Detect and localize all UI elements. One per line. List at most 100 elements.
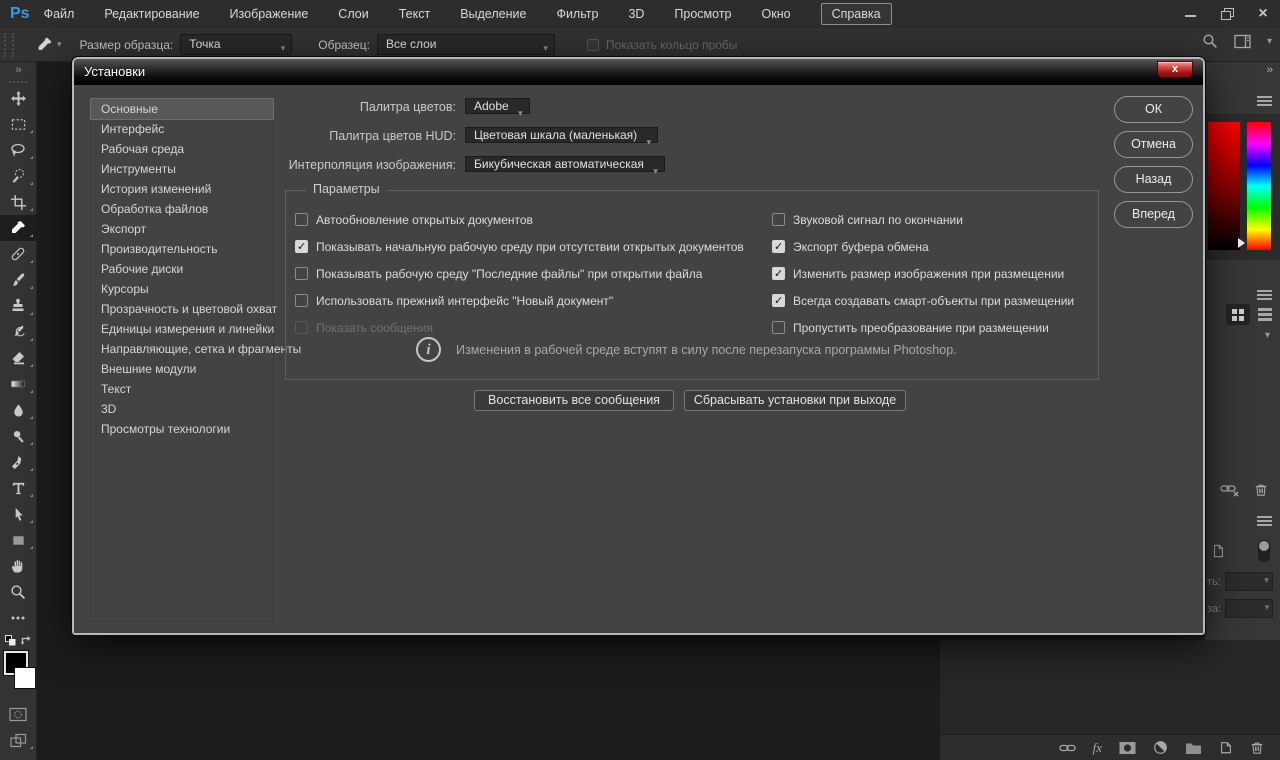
cancel-button[interactable]: Отмена [1114, 131, 1193, 158]
new-layer-icon[interactable] [1219, 740, 1233, 755]
fx-icon[interactable]: fx [1093, 740, 1102, 756]
search-icon[interactable] [1202, 33, 1218, 49]
fill-dropdown[interactable] [1225, 599, 1273, 618]
zoom-tool-button[interactable] [0, 579, 37, 605]
menu-help[interactable]: Справка [821, 3, 892, 25]
swap-colors-icon[interactable] [20, 634, 32, 646]
menu-view[interactable]: Просмотр [674, 7, 731, 21]
minimize-icon[interactable] [1184, 7, 1198, 21]
healing-brush-tool-button[interactable] [0, 241, 37, 267]
path-selection-tool-button[interactable] [0, 501, 37, 527]
layer-mask-icon[interactable] [1119, 741, 1136, 755]
checkbox-export-clipboard[interactable]: Экспорт буфера обмена [772, 233, 1074, 260]
grid-view-button[interactable] [1226, 304, 1250, 325]
checkbox-resize-on-place[interactable]: Изменить размер изображения при размещен… [772, 260, 1074, 287]
hue-slider[interactable] [1247, 122, 1271, 250]
folder-icon[interactable] [1185, 741, 1202, 755]
properties-panel-menu-icon[interactable] [1205, 514, 1280, 533]
list-view-icon[interactable] [1258, 306, 1272, 323]
hand-tool-button[interactable] [0, 553, 37, 579]
menu-type[interactable]: Текст [399, 7, 430, 21]
gradient-tool-button[interactable] [0, 371, 37, 397]
image-interpolation-dropdown[interactable]: Бикубическая автоматическая▾ [465, 156, 665, 172]
quick-mask-button[interactable] [0, 701, 37, 727]
clone-stamp-tool-button[interactable] [0, 293, 37, 319]
prefs-sidebar-item[interactable]: Внешние модули [91, 359, 273, 379]
color-picker-dropdown[interactable]: Adobe▾ [465, 98, 530, 114]
marquee-tool-button[interactable] [0, 111, 37, 137]
trash-icon[interactable] [1250, 740, 1264, 755]
eyedropper-tool-button[interactable] [0, 215, 37, 241]
show-sampling-ring-checkbox[interactable]: Показать кольцо пробы [587, 38, 737, 52]
checkbox-show-recent-files[interactable]: Показывать рабочую среду "Последние файл… [295, 260, 744, 287]
pen-tool-button[interactable] [0, 449, 37, 475]
dialog-titlebar[interactable]: Установки x [74, 59, 1203, 85]
page-icon[interactable] [1211, 543, 1225, 559]
trash-icon[interactable] [1254, 482, 1268, 497]
tools-grip[interactable] [9, 81, 27, 83]
checkbox-smart-objects-on-place[interactable]: Всегда создавать смарт-объекты при разме… [772, 287, 1074, 314]
menu-3d[interactable]: 3D [628, 7, 644, 21]
toggle-icon[interactable] [1258, 540, 1270, 562]
collapse-panels-icon[interactable]: ›› [1205, 64, 1280, 76]
prefs-sidebar-item[interactable]: Просмотры технологии [91, 419, 273, 439]
sample-dropdown[interactable]: Все слои▾ [377, 34, 555, 55]
eraser-tool-button[interactable] [0, 345, 37, 371]
brush-tool-button[interactable] [0, 267, 37, 293]
menu-edit[interactable]: Редактирование [104, 7, 199, 21]
prev-button[interactable]: Назад [1114, 166, 1193, 193]
menu-window[interactable]: Окно [762, 7, 791, 21]
prefs-sidebar-item[interactable]: Курсоры [91, 279, 273, 299]
reset-all-warnings-button[interactable]: Восстановить все сообщения [474, 390, 674, 411]
link-icon[interactable] [1059, 741, 1076, 755]
prefs-sidebar-item[interactable]: Единицы измерения и линейки [91, 319, 273, 339]
sample-size-dropdown[interactable]: Точка▾ [180, 34, 292, 55]
unlink-icon[interactable] [1220, 483, 1240, 497]
checkbox-beep-when-done[interactable]: Звуковой сигнал по окончании [772, 206, 1074, 233]
menu-select[interactable]: Выделение [460, 7, 526, 21]
quick-selection-tool-button[interactable] [0, 163, 37, 189]
screen-mode-button[interactable] [0, 727, 37, 753]
prefs-sidebar-item[interactable]: История изменений [91, 179, 273, 199]
menu-image[interactable]: Изображение [230, 7, 309, 21]
prefs-sidebar-item[interactable]: Прозрачность и цветовой охват [91, 299, 273, 319]
prefs-sidebar-item[interactable]: Экспорт [91, 219, 273, 239]
blur-tool-button[interactable] [0, 397, 37, 423]
options-bar-grip[interactable] [4, 33, 14, 57]
color-panel-menu-icon[interactable] [1205, 94, 1280, 113]
checkbox-show-start-workspace[interactable]: Показывать начальную рабочую среду при о… [295, 233, 744, 260]
dodge-tool-button[interactable] [0, 423, 37, 449]
checkbox-legacy-new-document[interactable]: Использовать прежний интерфейс "Новый до… [295, 287, 744, 314]
menu-filter[interactable]: Фильтр [556, 7, 598, 21]
collapse-tools-icon[interactable]: ›› [0, 62, 36, 78]
opacity-dropdown[interactable] [1225, 572, 1273, 591]
workspace-icon[interactable] [1234, 34, 1251, 49]
chevron-down-icon[interactable]: ▾ [1205, 330, 1280, 341]
background-color-swatch[interactable] [14, 667, 36, 689]
prefs-sidebar-item[interactable]: Производительность [91, 239, 273, 259]
prefs-sidebar-item[interactable]: Обработка файлов [91, 199, 273, 219]
dialog-close-button[interactable]: x [1157, 61, 1193, 78]
close-icon[interactable]: × [1256, 7, 1270, 21]
more-tools-button[interactable] [0, 605, 37, 631]
prefs-sidebar-item[interactable]: Текст [91, 379, 273, 399]
type-tool-button[interactable] [0, 475, 37, 501]
default-colors-icon[interactable] [5, 635, 16, 646]
ok-button[interactable]: ОК [1114, 96, 1193, 123]
history-brush-tool-button[interactable] [0, 319, 37, 345]
restore-icon[interactable] [1220, 7, 1234, 21]
next-button[interactable]: Вперед [1114, 201, 1193, 228]
move-tool-button[interactable] [0, 85, 37, 111]
reset-prefs-on-quit-button[interactable]: Сбрасывать установки при выходе [684, 390, 906, 411]
color-ramp[interactable] [1208, 122, 1240, 250]
menu-layers[interactable]: Слои [338, 7, 368, 21]
menu-file[interactable]: Файл [44, 7, 75, 21]
chevron-down-icon[interactable]: ▾ [1267, 36, 1272, 47]
prefs-sidebar-item[interactable]: Рабочие диски [91, 259, 273, 279]
lasso-tool-button[interactable] [0, 137, 37, 163]
prefs-sidebar-item[interactable]: Направляющие, сетка и фрагменты [91, 339, 273, 359]
rectangle-tool-button[interactable] [0, 527, 37, 553]
tool-preset-picker[interactable]: ▾ [36, 36, 62, 53]
hue-slider-marker-icon[interactable] [1238, 238, 1245, 248]
checkbox-auto-update[interactable]: Автообновление открытых документов [295, 206, 744, 233]
